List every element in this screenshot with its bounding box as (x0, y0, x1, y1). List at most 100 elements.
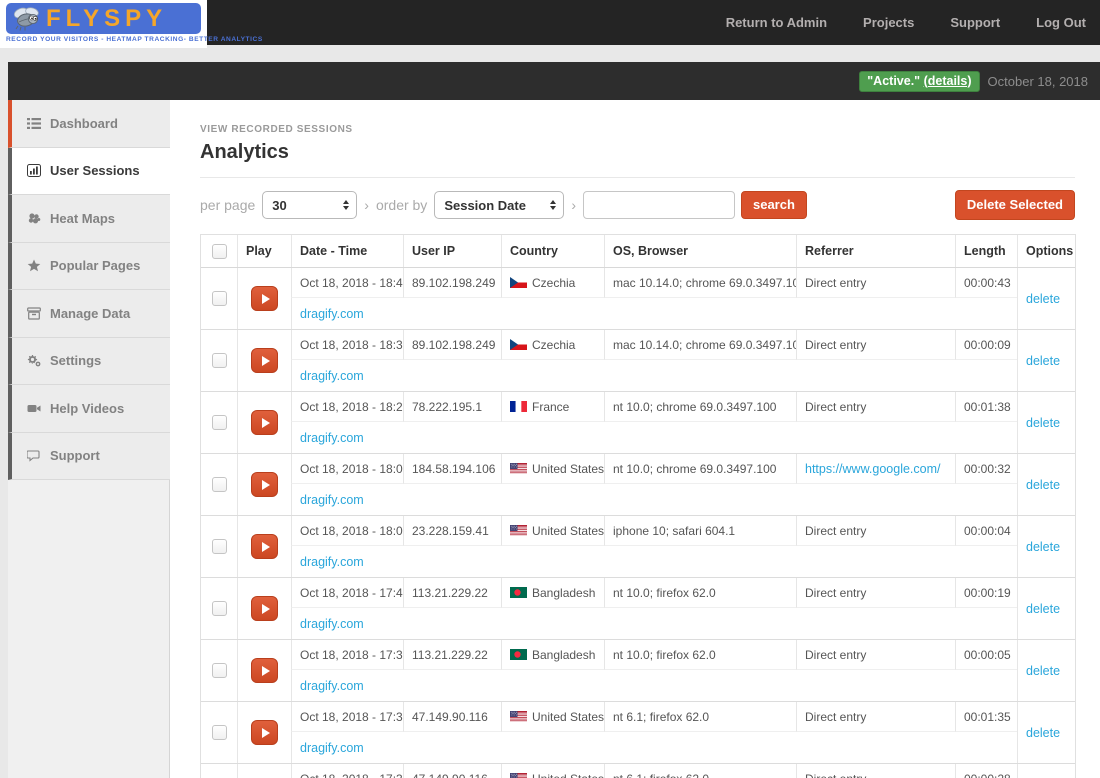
referrer-link[interactable]: https://www.google.com/ (805, 462, 940, 476)
sidebar-item-label: User Sessions (50, 163, 140, 179)
logo-panel[interactable]: FLYSPY RECORD YOUR VISITORS - HEATMAP TR… (0, 0, 262, 48)
sidebar-item-manage-data[interactable]: Manage Data (8, 290, 170, 338)
site-link[interactable]: dragify.com (300, 493, 364, 507)
sidebar-item-help-videos[interactable]: Help Videos (8, 385, 170, 433)
session-country: United States (501, 764, 604, 778)
table-row: Oct 18, 2018 - 17:43 113.21.229.22 Bangl… (201, 578, 1075, 640)
session-os-browser: nt 6.1; firefox 62.0 (604, 764, 796, 778)
row-play-cell (237, 454, 291, 515)
order-by-select[interactable]: Session Date (434, 191, 565, 219)
site-link[interactable]: dragify.com (300, 431, 364, 445)
sidebar-item-dashboard[interactable]: Dashboard (8, 100, 170, 148)
sidebar: Dashboard User Sessions Heat Maps Popula… (8, 100, 170, 778)
site-link[interactable]: dragify.com (300, 307, 364, 321)
row-checkbox-cell (201, 640, 237, 701)
site-link[interactable]: dragify.com (300, 555, 364, 569)
row-checkbox[interactable] (211, 353, 227, 368)
delete-link[interactable]: delete (1026, 354, 1060, 368)
divider (200, 177, 1075, 178)
top-nav-link[interactable]: Return to Admin (726, 15, 827, 30)
site-link[interactable]: dragify.com (300, 369, 364, 383)
row-checkbox[interactable] (211, 539, 227, 554)
sidebar-item-settings[interactable]: Settings (8, 337, 170, 385)
session-ip: 78.222.195.1 (403, 392, 501, 422)
delete-link[interactable]: delete (1026, 602, 1060, 616)
search-input[interactable] (582, 191, 735, 219)
session-os-browser: nt 10.0; firefox 62.0 (604, 578, 796, 608)
status-badge-text: "Active." (867, 73, 921, 88)
sidebar-item-label: Heat Maps (50, 210, 116, 226)
session-options-cell: delete (1017, 764, 1076, 778)
play-button[interactable] (251, 658, 278, 683)
per-page-select[interactable]: 30 (262, 191, 358, 219)
delete-link[interactable]: delete (1026, 292, 1060, 306)
sidebar-item-popular-pages[interactable]: Popular Pages (8, 242, 170, 290)
top-nav-link[interactable]: Log Out (1036, 15, 1086, 30)
site-link[interactable]: dragify.com (300, 679, 364, 693)
session-country: Czechia (501, 268, 604, 298)
table-row: Oct 18, 2018 - 18:06 184.58.194.106 Unit… (201, 454, 1075, 516)
play-button[interactable] (251, 472, 278, 497)
header-options: Options (1017, 235, 1076, 267)
search-button[interactable]: search (740, 191, 807, 219)
top-nav-link[interactable]: Support (950, 15, 1000, 30)
row-checkbox[interactable] (211, 477, 227, 492)
session-options-cell: delete (1017, 454, 1076, 515)
session-length: 00:00:43 (955, 268, 1017, 298)
per-page-value: 30 (272, 197, 287, 213)
play-button[interactable] (251, 596, 278, 621)
delete-link[interactable]: delete (1026, 664, 1060, 678)
play-button[interactable] (251, 410, 278, 435)
country-flag-icon-bd (510, 587, 527, 598)
session-options-cell: delete (1017, 702, 1076, 763)
site-link[interactable]: dragify.com (300, 617, 364, 631)
session-country: United States (501, 702, 604, 732)
session-referrer: Direct entry (796, 268, 955, 298)
play-button[interactable] (251, 720, 278, 745)
session-length: 00:00:19 (955, 578, 1017, 608)
row-checkbox[interactable] (211, 601, 227, 616)
session-ip: 23.228.159.41 (403, 516, 501, 546)
sidebar-item-heat-maps[interactable]: Heat Maps (8, 195, 170, 243)
top-nav-link[interactable]: Projects (863, 15, 914, 30)
row-checkbox[interactable] (211, 725, 227, 740)
play-button[interactable] (251, 286, 278, 311)
status-badge[interactable]: "Active." (details) (859, 70, 980, 92)
row-checkbox[interactable] (211, 663, 227, 678)
archive-icon (26, 306, 41, 320)
session-country: United States (501, 516, 604, 546)
country-flag-icon-us (510, 773, 527, 778)
fly-icon (13, 6, 39, 31)
delete-link[interactable]: delete (1026, 726, 1060, 740)
session-country: Czechia (501, 330, 604, 360)
session-options-cell: delete (1017, 578, 1076, 639)
play-button[interactable] (251, 534, 278, 559)
status-details-link[interactable]: (details) (924, 74, 972, 88)
session-ip: 113.21.229.22 (403, 578, 501, 608)
play-button[interactable] (251, 348, 278, 373)
session-ip: 47.149.90.116 (403, 764, 501, 778)
sidebar-item-label: Help Videos (50, 400, 125, 416)
delete-link[interactable]: delete (1026, 478, 1060, 492)
sidebar-item-user-sessions[interactable]: User Sessions (8, 147, 170, 195)
session-os-browser: mac 10.14.0; chrome 69.0.3497.100 (604, 268, 796, 298)
session-os-browser: nt 10.0; chrome 69.0.3497.100 (604, 392, 796, 422)
sidebar-items: Dashboard User Sessions Heat Maps Popula… (8, 100, 170, 480)
separator-chevron: › (571, 197, 576, 213)
delete-link[interactable]: delete (1026, 540, 1060, 554)
session-referrer: Direct entry (796, 392, 955, 422)
play-icon (261, 417, 270, 428)
delete-link[interactable]: delete (1026, 416, 1060, 430)
play-icon (261, 665, 270, 676)
session-options-cell: delete (1017, 392, 1076, 453)
select-all-checkbox[interactable] (211, 243, 227, 259)
row-checkbox-cell (201, 702, 237, 763)
session-country: Bangladesh (501, 578, 604, 608)
main-panel: VIEW RECORDED SESSIONS Analytics per pag… (170, 100, 1100, 778)
sidebar-item-support[interactable]: Support (8, 432, 170, 480)
site-link[interactable]: dragify.com (300, 741, 364, 755)
row-checkbox[interactable] (211, 291, 227, 306)
session-options-cell: delete (1017, 268, 1076, 329)
row-checkbox[interactable] (211, 415, 227, 430)
delete-selected-button[interactable]: Delete Selected (954, 190, 1075, 220)
